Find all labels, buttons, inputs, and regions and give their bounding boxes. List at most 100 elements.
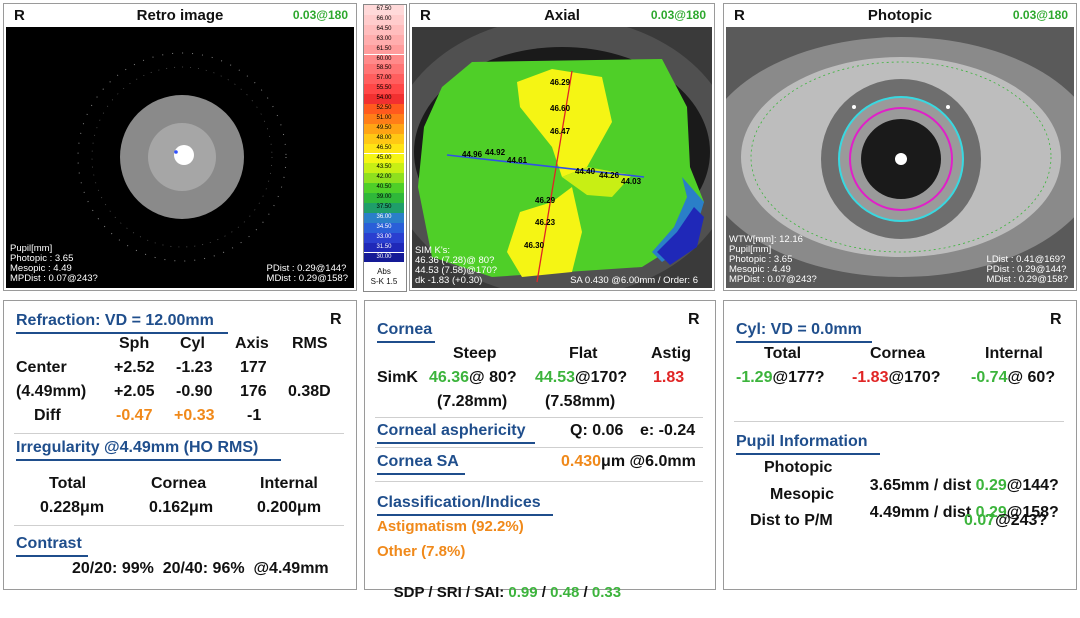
- retro-image-panel: R Retro image 0.03@180 Pupil[mm] Photopi…: [3, 3, 357, 291]
- irr-header-cornea: Cornea: [151, 475, 207, 492]
- axial-value: 44.40: [575, 167, 596, 176]
- axial-value: 46.29: [535, 196, 556, 205]
- eye-label: R: [688, 311, 700, 328]
- cornea-title: Cornea: [377, 321, 433, 338]
- simk-label: SimK: [377, 369, 418, 386]
- q-value: Q: 0.06: [570, 422, 624, 439]
- scale-step: 37.50: [364, 203, 404, 213]
- scale-step: 54.00: [364, 94, 404, 104]
- retro-right-info: PDist : 0.29@144? MDist : 0.29@158?: [266, 263, 348, 284]
- cornea-underline: [377, 341, 435, 343]
- pupil-info-underline: [736, 453, 880, 455]
- class-astigmatism: Astigmatism (92.2%): [377, 518, 524, 535]
- scale-step: 57.00: [364, 74, 404, 85]
- dist-value: 0.07@243?: [964, 512, 1048, 529]
- simk-astig: 1.83: [653, 369, 685, 386]
- dist-label: Dist to P/M: [750, 512, 833, 529]
- refraction-underline: [16, 332, 228, 334]
- divider: [375, 481, 703, 482]
- scale-step: 36.00: [364, 212, 404, 223]
- contrast-title: Contrast: [16, 535, 82, 552]
- photopic-left-info: WTW[mm]: 12.16 Pupil[mm] Photopic : 3.65…: [729, 234, 817, 285]
- eye-label: R: [1050, 311, 1062, 328]
- scale-step: 51.00: [364, 113, 404, 124]
- axial-map[interactable]: 46.29 46.60 46.47 44.96 44.92 44.61 44.4…: [412, 27, 712, 288]
- scale-step: 31.50: [364, 242, 404, 253]
- retro-header: R Retro image 0.03@180: [4, 4, 356, 26]
- diff-sph: -0.47: [116, 407, 153, 424]
- steep-radius: (7.28mm): [437, 393, 508, 410]
- scale-step: 58.50: [364, 64, 404, 75]
- scale-step: 64.50: [364, 24, 404, 35]
- scale-step: 52.50: [364, 104, 404, 114]
- row-label-center: Center: [16, 359, 67, 376]
- cornea-sa-title: Cornea SA: [377, 453, 459, 470]
- photopic-panel: R Photopic 0.03@180 WTW[mm]: 12.16 Pupil…: [723, 3, 1077, 291]
- axial-value: 44.26: [599, 171, 620, 180]
- scale-step: 67.50: [364, 5, 404, 15]
- pupil-axis: 176: [240, 383, 267, 400]
- divider: [375, 447, 703, 448]
- photopic-label: Photopic: [764, 459, 833, 476]
- contrast-line: 20/20: 99% 20/40: 96% @4.49mm: [72, 560, 329, 577]
- axial-value: 46.47: [550, 127, 571, 136]
- photopic-measure: 0.03@180: [1012, 8, 1068, 22]
- irr-internal: 0.200μm: [257, 499, 322, 516]
- asphericity-underline: [377, 442, 535, 444]
- simk-steep: 46.36@ 80?: [429, 369, 517, 386]
- photopic-right-info: LDist : 0.41@169? PDist : 0.29@144? MDis…: [986, 254, 1068, 285]
- col-header-cyl: Cyl: [180, 335, 205, 352]
- col-header-steep: Steep: [453, 345, 497, 362]
- diff-cyl: +0.33: [174, 407, 215, 424]
- col-header-rms: RMS: [292, 335, 328, 352]
- retro-image[interactable]: Pupil[mm] Photopic : 3.65 Mesopic : 4.49…: [6, 27, 354, 288]
- row-label-diff: Diff: [34, 407, 61, 424]
- classification-title: Classification/Indices: [377, 494, 541, 511]
- row-label-pupil: (4.49mm): [16, 383, 87, 400]
- axial-value: 46.23: [535, 218, 556, 227]
- class-other: Other (7.8%): [377, 543, 466, 560]
- axial-value: 44.61: [507, 156, 528, 165]
- irr-header-total: Total: [49, 475, 87, 492]
- retro-measure: 0.03@180: [292, 8, 348, 22]
- scale-step: 39.00: [364, 193, 404, 203]
- scale-step: 63.00: [364, 34, 404, 45]
- refraction-panel: Refraction: VD = 12.00mm R Sph Cyl Axis …: [3, 300, 357, 590]
- scale-step: 66.00: [364, 14, 404, 25]
- col-header-astig: Astig: [651, 345, 691, 362]
- cyl-underline: [736, 341, 872, 343]
- center-axis: 177: [240, 359, 267, 376]
- scale-footer: Abs S-K 1.5: [370, 267, 398, 286]
- diff-axis: -1: [247, 407, 262, 424]
- cyl-total: -1.29@177?: [736, 369, 825, 386]
- scale-step: 43.50: [364, 163, 404, 174]
- scale-step: 61.50: [364, 44, 404, 55]
- cornea-sa-value: 0.430μm @6.0mm: [561, 453, 696, 470]
- irr-total: 0.228μm: [40, 499, 105, 516]
- cyl-title: Cyl: VD = 0.0mm: [736, 321, 862, 338]
- divider: [14, 433, 344, 434]
- scale-step: 49.50: [364, 123, 404, 134]
- center-sph: +2.52: [114, 359, 155, 376]
- flat-radius: (7.58mm): [545, 393, 616, 410]
- divider: [375, 417, 703, 418]
- scale-step: 48.00: [364, 133, 404, 144]
- scale-step: 30.00: [364, 252, 404, 263]
- scale-step: 40.50: [364, 183, 404, 194]
- center-cyl: -1.23: [176, 359, 213, 376]
- axial-value: 46.29: [550, 78, 571, 87]
- axial-value: 46.30: [524, 241, 545, 250]
- photopic-image[interactable]: WTW[mm]: 12.16 Pupil[mm] Photopic : 3.65…: [726, 27, 1074, 288]
- divider: [14, 525, 344, 526]
- pupil-cyl: -0.90: [176, 383, 213, 400]
- axial-value: 46.60: [550, 104, 571, 113]
- axial-header: R Axial 0.03@180: [410, 4, 714, 26]
- simk-flat: 44.53@170?: [535, 369, 628, 386]
- cyl-internal: -0.74@ 60?: [971, 369, 1056, 386]
- col-header-sph: Sph: [119, 335, 150, 352]
- scale-step: 33.00: [364, 232, 404, 243]
- asphericity-title: Corneal asphericity: [377, 422, 526, 439]
- pupil-sph: +2.05: [114, 383, 155, 400]
- refraction-title: Refraction: VD = 12.00mm: [16, 312, 214, 329]
- irregularity-underline: [16, 459, 281, 461]
